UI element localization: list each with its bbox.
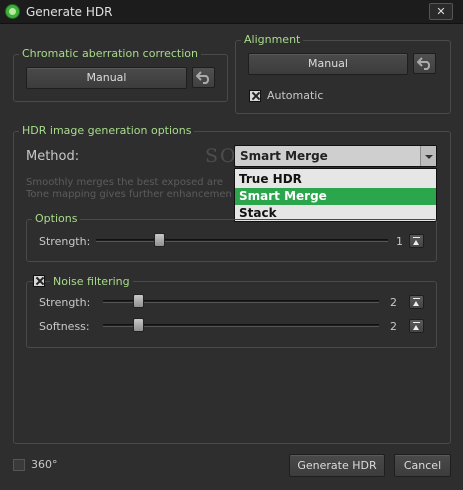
noise-strength-reset-button[interactable] bbox=[409, 295, 424, 309]
noise-filtering-title: Noise filtering bbox=[50, 275, 133, 288]
method-option-true-hdr[interactable]: True HDR bbox=[235, 171, 436, 188]
360-label: 360° bbox=[31, 458, 58, 471]
cancel-button[interactable]: Cancel bbox=[394, 454, 451, 477]
automatic-checkbox[interactable] bbox=[249, 90, 261, 102]
alignment-manual-button[interactable]: Manual bbox=[248, 53, 408, 75]
noise-filtering-group bbox=[26, 281, 437, 348]
method-select-value: Smart Merge bbox=[240, 149, 328, 163]
options-strength-label: Strength: bbox=[39, 235, 91, 248]
generate-hdr-button[interactable]: Generate HDR bbox=[289, 454, 385, 477]
noise-softness-reset-button[interactable] bbox=[409, 319, 424, 333]
chromatic-manual-button[interactable]: Manual bbox=[26, 67, 187, 89]
undo-arrow-icon bbox=[196, 71, 210, 84]
app-logo-icon bbox=[5, 4, 20, 19]
chromatic-undo-button[interactable] bbox=[192, 67, 215, 88]
noise-strength-value: 2 bbox=[390, 296, 397, 309]
chromatic-aberration-title: Chromatic aberration correction bbox=[19, 47, 201, 60]
options-strength-value: 1 bbox=[396, 235, 403, 248]
method-label: Method: bbox=[26, 149, 80, 164]
close-button[interactable]: ✕ bbox=[429, 3, 453, 20]
noise-strength-slider[interactable] bbox=[103, 300, 379, 303]
chevron-down-icon[interactable] bbox=[420, 146, 436, 166]
window-title: Generate HDR bbox=[26, 5, 113, 19]
method-hint-line2: Tone mapping gives further enhancemen bbox=[26, 189, 232, 200]
automatic-label: Automatic bbox=[267, 89, 324, 102]
noise-filtering-checkbox[interactable] bbox=[33, 275, 45, 287]
options-strength-slider[interactable] bbox=[96, 239, 388, 242]
noise-softness-label: Softness: bbox=[39, 320, 90, 333]
undo-arrow-icon bbox=[417, 57, 431, 70]
options-strength-slider-handle[interactable] bbox=[154, 233, 165, 247]
hdr-options-title: HDR image generation options bbox=[19, 124, 195, 137]
alignment-title: Alignment bbox=[241, 33, 304, 46]
noise-softness-value: 2 bbox=[390, 320, 397, 333]
method-select[interactable]: Smart Merge bbox=[234, 145, 437, 167]
method-hint-line1: Smoothly merges the best exposed are bbox=[26, 177, 223, 188]
options-strength-reset-button[interactable] bbox=[409, 234, 424, 248]
noise-softness-slider[interactable] bbox=[103, 324, 379, 327]
alignment-group: Alignment bbox=[235, 33, 451, 114]
noise-softness-slider-handle[interactable] bbox=[133, 318, 144, 332]
noise-strength-slider-handle[interactable] bbox=[133, 294, 144, 308]
noise-strength-label: Strength: bbox=[39, 296, 91, 309]
title-bar: Generate HDR ✕ bbox=[0, 0, 463, 24]
method-dropdown-list: True HDR Smart Merge Stack bbox=[234, 168, 437, 222]
options-title: Options bbox=[32, 212, 81, 225]
method-option-smart-merge[interactable]: Smart Merge bbox=[235, 188, 436, 205]
360-checkbox[interactable] bbox=[13, 459, 25, 471]
alignment-undo-button[interactable] bbox=[413, 53, 436, 74]
